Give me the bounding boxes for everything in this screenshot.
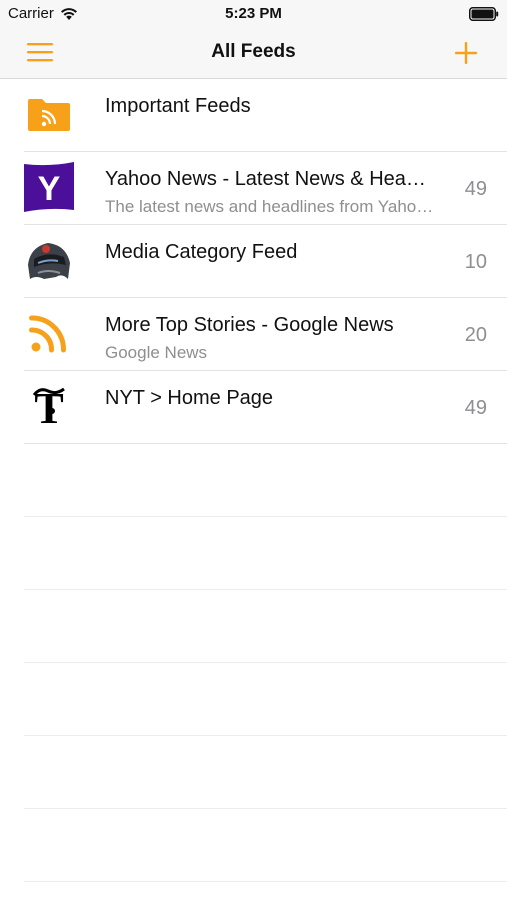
feed-title: NYT > Home Page — [105, 387, 274, 409]
empty-list-row — [24, 590, 507, 663]
status-bar: Carrier 5:23 PM — [0, 0, 507, 28]
feed-row-media-category[interactable]: Media Category Feed 10 — [24, 225, 507, 298]
unread-count: 49 — [464, 397, 487, 419]
empty-list-row — [24, 517, 507, 590]
unread-count: 10 — [464, 251, 487, 273]
svg-text:Y: Y — [38, 170, 61, 208]
rss-icon — [29, 315, 67, 353]
feed-title: Media Category Feed — [105, 241, 298, 263]
feed-title: More Top Stories - Google News — [105, 314, 394, 336]
empty-list-row — [24, 663, 507, 736]
unread-count: 20 — [464, 324, 487, 346]
feed-row-nyt[interactable]: T NYT > Home Page 49 — [24, 371, 507, 444]
empty-list-row — [24, 444, 507, 517]
media-helmet-icon — [28, 243, 70, 279]
feed-title: Yahoo News - Latest News & Headlines — [105, 168, 435, 190]
feed-list: Important Feeds Y Yahoo News - Latest Ne… — [0, 79, 507, 882]
folder-rss-icon — [28, 99, 70, 131]
page-title: All Feeds — [211, 41, 296, 62]
feed-row-yahoo-news[interactable]: Y Yahoo News - Latest News & Headlines T… — [24, 152, 507, 225]
add-feed-button[interactable] — [449, 36, 483, 70]
feed-row-important-feeds[interactable]: Important Feeds — [24, 79, 507, 152]
feed-subtitle: The latest news and headlines from Yahoo… — [105, 197, 435, 216]
battery-icon — [469, 7, 499, 21]
feed-subtitle: Google News — [105, 343, 208, 362]
yahoo-logo-icon: Y — [24, 162, 74, 212]
plus-icon — [455, 42, 477, 64]
unread-count: 49 — [464, 178, 487, 200]
clock: 5:23 PM — [225, 5, 282, 22]
nyt-logo-icon: T — [32, 384, 65, 431]
empty-list-row — [24, 809, 507, 882]
empty-list-row — [24, 736, 507, 809]
feed-title: Important Feeds — [105, 95, 251, 117]
navigation-bar: All Feeds — [0, 28, 507, 79]
feed-row-google-news[interactable]: More Top Stories - Google News Google Ne… — [24, 298, 507, 371]
